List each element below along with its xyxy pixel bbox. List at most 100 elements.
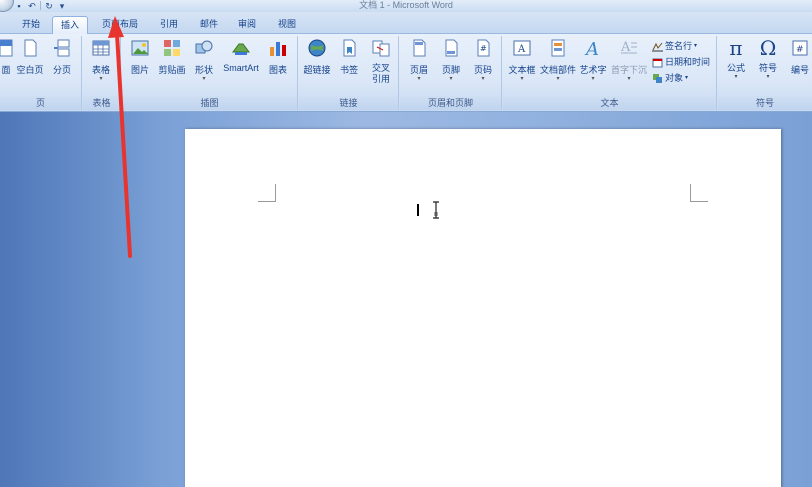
ribbon-tab-bar: 开始 插入 页面布局 引用 邮件 审阅 视图 — [0, 12, 812, 34]
wordart-label: 艺术字 — [579, 65, 607, 75]
chart-icon — [270, 42, 286, 56]
text-insertion-cursor — [417, 204, 420, 216]
tab-mailings[interactable]: 邮件 — [192, 16, 226, 34]
shapes-dropdown-icon: ▾ — [202, 76, 206, 82]
page-break-button[interactable]: 分页 — [46, 38, 78, 76]
blank-page-icon — [24, 39, 37, 57]
clip-art-label: 剪贴画 — [158, 65, 186, 75]
group-tables: 表格 ▾ 表格 — [83, 36, 121, 110]
blank-page-label: 空白页 — [16, 65, 44, 75]
page-break-icon — [54, 39, 70, 57]
equation-dropdown-icon: ▾ — [734, 74, 738, 80]
cross-reference-label: 交叉 引用 — [371, 63, 390, 84]
window-title: 文档 1 - Microsoft Word — [359, 0, 453, 10]
picture-label: 图片 — [130, 65, 149, 75]
bookmark-label: 书签 — [339, 65, 358, 75]
tab-home[interactable]: 开始 — [14, 16, 48, 34]
symbol-dropdown-icon: ▾ — [766, 74, 770, 80]
object-label: 对象 — [665, 73, 684, 83]
wordart-button[interactable]: A 艺术字 ▾ — [577, 38, 609, 82]
baidu-jingyan-watermark: Bai经验 jingyan.baidu.com — [620, 394, 770, 468]
margin-corner-top-right — [690, 184, 708, 202]
smartart-label: SmartArt — [223, 63, 259, 73]
drop-cap-button[interactable]: A 首字下沉 ▾ — [609, 38, 649, 82]
text-box-button[interactable]: A 文本框 ▾ — [506, 38, 538, 82]
pi-icon: π — [729, 36, 743, 60]
svg-text:A: A — [517, 44, 526, 55]
numbering-label: 编号 — [790, 65, 809, 75]
tab-view[interactable]: 视图 — [270, 16, 304, 34]
bookmark-button[interactable]: 书签 — [333, 38, 365, 76]
clip-art-button[interactable]: 剪贴画 — [156, 38, 188, 76]
hyperlink-button[interactable]: 超链接 — [301, 38, 333, 76]
object-button[interactable]: 对象 ▾ — [652, 71, 688, 85]
svg-text:#: # — [796, 45, 804, 55]
object-icon — [653, 73, 662, 83]
signature-line-label: 签名行 — [665, 41, 693, 51]
tab-insert[interactable]: 插入 — [52, 16, 88, 34]
footer-dropdown-icon: ▾ — [449, 76, 453, 82]
quick-parts-label: 文档部件 — [539, 65, 576, 75]
group-illustrations-label: 插图 — [122, 96, 297, 110]
smartart-icon — [232, 43, 250, 55]
date-time-button[interactable]: 日期和时间 — [652, 55, 710, 69]
table-button[interactable]: 表格 ▾ — [85, 38, 117, 82]
cross-reference-icon — [372, 40, 390, 57]
page-break-label: 分页 — [52, 65, 71, 75]
object-dropdown-icon: ▾ — [685, 75, 689, 81]
numbering-button[interactable]: # 编号 — [784, 38, 812, 76]
drop-cap-icon: A — [620, 40, 637, 55]
title-bar: ▪ ↶ ↻ ▾ 文档 1 - Microsoft Word — [0, 0, 812, 12]
tab-page-layout[interactable]: 页面布局 — [94, 16, 146, 34]
bookmark-icon — [343, 39, 356, 57]
picture-button[interactable]: 图片 — [124, 38, 156, 76]
clip-art-icon — [164, 40, 180, 56]
tab-review[interactable]: 审阅 — [230, 16, 264, 34]
signature-line-button[interactable]: 签名行 ▾ — [652, 39, 697, 53]
group-illustrations: 图片 剪贴画 形状 ▾ SmartArt 图表 插图 — [122, 36, 298, 110]
signature-line-dropdown-icon: ▾ — [694, 43, 698, 49]
group-text: A 文本框 ▾ 文档部件 ▾ A 艺术字 ▾ A 首字下沉 ▾ 签名行 ▾ 日期… — [503, 36, 717, 110]
quick-parts-dropdown-icon: ▾ — [556, 76, 560, 82]
margin-corner-top-left — [258, 184, 276, 202]
table-label: 表格 — [91, 65, 110, 75]
footer-icon — [445, 39, 458, 57]
header-dropdown-icon: ▾ — [417, 76, 421, 82]
group-header-footer-label: 页眉和页脚 — [400, 96, 501, 110]
text-box-icon: A — [513, 40, 531, 56]
footer-button[interactable]: 页脚 ▾ — [435, 38, 467, 82]
svg-text:#: # — [480, 44, 487, 53]
shapes-label: 形状 — [194, 65, 213, 75]
footer-label: 页脚 — [441, 65, 460, 75]
quick-parts-icon — [551, 39, 565, 57]
blank-page-button[interactable]: 空白页 — [14, 38, 46, 76]
date-time-label: 日期和时间 — [665, 57, 711, 67]
symbol-button[interactable]: Ω 符号 ▾ — [752, 38, 784, 80]
shapes-button[interactable]: 形状 ▾ — [188, 38, 220, 82]
equation-button[interactable]: π 公式 ▾ — [720, 38, 752, 80]
chart-label: 图表 — [268, 65, 287, 75]
group-text-label: 文本 — [503, 96, 716, 110]
wordart-dropdown-icon: ▾ — [591, 76, 595, 82]
watermark-brand: Bai经验 — [620, 418, 724, 448]
page-number-dropdown-icon: ▾ — [481, 76, 485, 82]
quick-parts-button[interactable]: 文档部件 ▾ — [539, 38, 577, 82]
tab-references[interactable]: 引用 — [152, 16, 186, 34]
page-number-button[interactable]: # 页码 ▾ — [467, 38, 499, 82]
table-dropdown-icon: ▾ — [99, 76, 103, 82]
page-number-icon: # — [477, 39, 490, 57]
omega-icon: Ω — [759, 36, 777, 60]
picture-icon — [131, 40, 149, 56]
group-symbols: π 公式 ▾ Ω 符号 ▾ # 编号 符号 — [718, 36, 812, 110]
chart-button[interactable]: 图表 — [262, 38, 294, 76]
svg-text:A: A — [584, 39, 599, 58]
hyperlink-icon — [308, 39, 326, 57]
calendar-icon — [652, 58, 663, 67]
group-header-footer: 页眉 ▾ 页脚 ▾ # 页码 ▾ 页眉和页脚 — [400, 36, 502, 110]
drop-cap-label: 首字下沉 — [610, 65, 647, 75]
hyperlink-label: 超链接 — [303, 65, 331, 75]
smartart-button[interactable]: SmartArt — [220, 38, 262, 73]
numbering-icon: # — [792, 40, 808, 56]
cross-reference-button[interactable]: 交叉 引用 — [365, 38, 397, 85]
header-button[interactable]: 页眉 ▾ — [403, 38, 435, 82]
